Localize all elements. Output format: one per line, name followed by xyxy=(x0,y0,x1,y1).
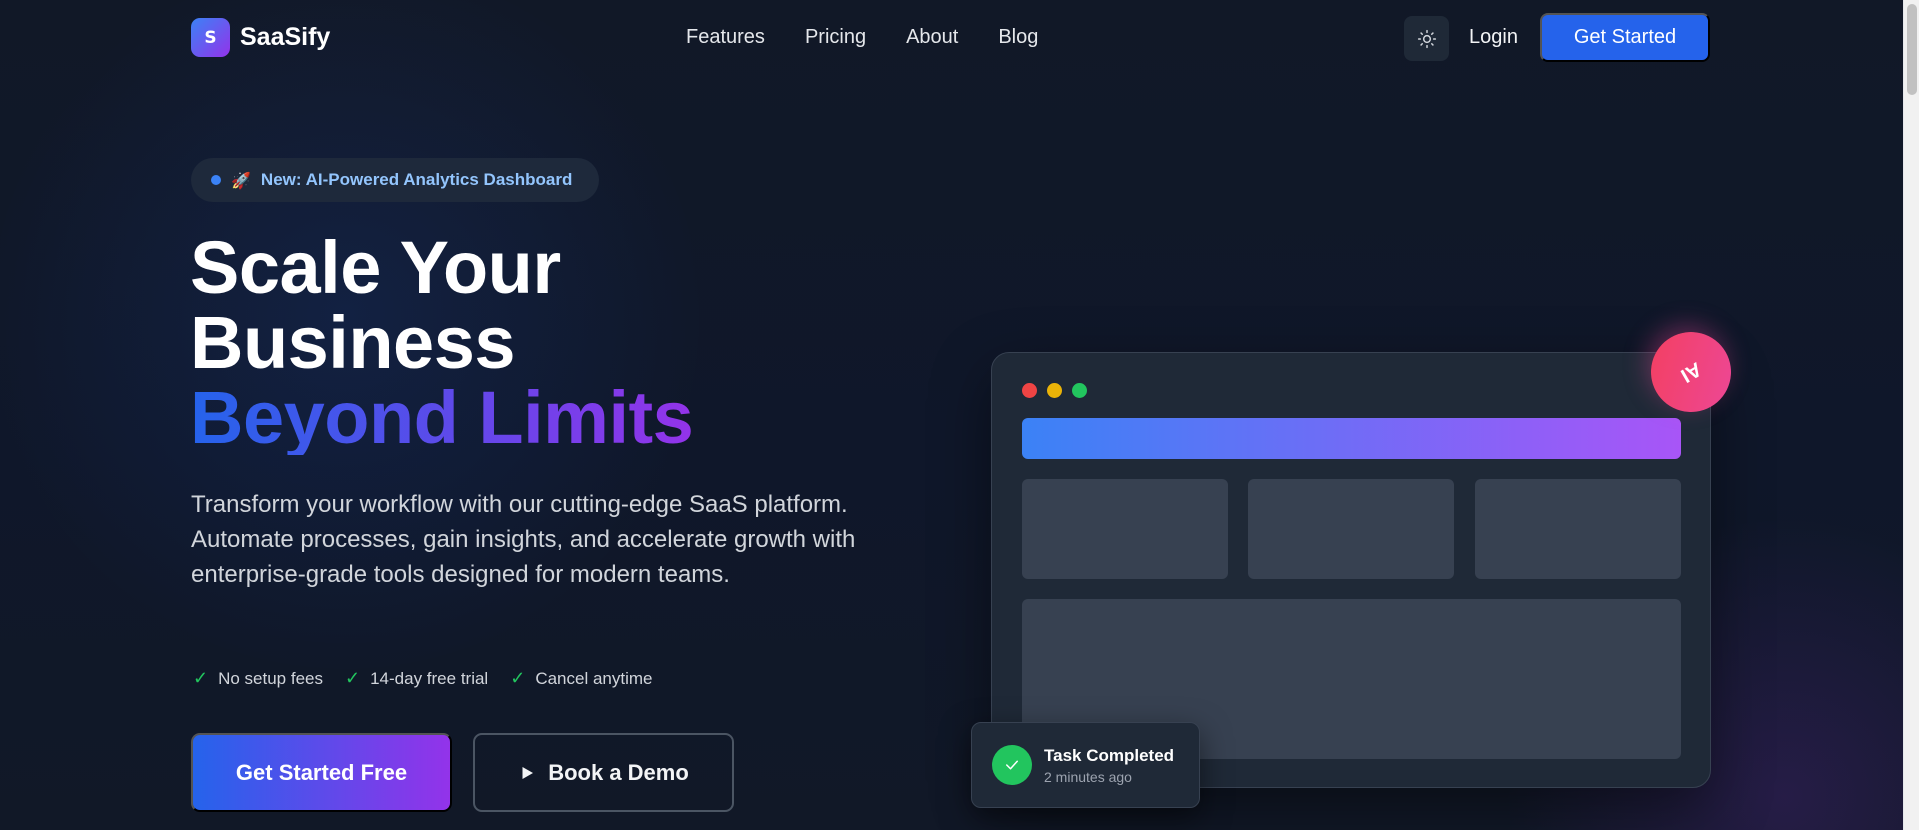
check-icon: ✓ xyxy=(510,668,526,688)
hero-description: Transform your workflow with our cutting… xyxy=(191,491,856,588)
feature-item: ✓ 14-day free trial xyxy=(345,668,488,689)
preview-card xyxy=(1248,479,1454,579)
nav-link-about[interactable]: About xyxy=(906,26,958,49)
check-circle-icon xyxy=(992,745,1032,785)
toast-title: Task Completed xyxy=(1044,745,1175,765)
feature-label: 14-day free trial xyxy=(370,668,489,688)
get-started-button[interactable]: Get Started xyxy=(1540,13,1710,62)
badge-text: New: AI-Powered Analytics Dashboard xyxy=(260,170,573,189)
feature-item: ✓ No setup fees xyxy=(193,668,323,689)
badge-dot xyxy=(211,175,221,185)
preview-gradient-bar xyxy=(1022,418,1681,459)
check-icon: ✓ xyxy=(345,668,361,688)
headline-line-1: Scale Your xyxy=(190,226,561,309)
feature-label: No setup fees xyxy=(218,668,323,688)
rocket-icon: 🚀 xyxy=(231,170,251,190)
top-navbar: S SaaSify Features Pricing About Blog Lo… xyxy=(0,0,1903,76)
window-controls xyxy=(1022,383,1087,398)
theme-toggle-button[interactable] xyxy=(1404,16,1449,61)
window-dot-red xyxy=(1022,383,1037,398)
scrollbar-thumb[interactable] xyxy=(1907,4,1917,95)
nav-links: Features Pricing About Blog xyxy=(686,26,1038,49)
hero-headline: Scale Your Business Beyond Limits xyxy=(190,226,694,459)
window-dot-yellow xyxy=(1047,383,1062,398)
headline-line-2: Business xyxy=(190,301,516,384)
nav-link-blog[interactable]: Blog xyxy=(998,26,1038,49)
nav-link-pricing[interactable]: Pricing xyxy=(805,26,866,49)
feature-list: ✓ No setup fees ✓ 14-day free trial ✓ Ca… xyxy=(193,668,652,689)
get-started-free-button[interactable]: Get Started Free xyxy=(191,733,452,812)
preview-card xyxy=(1022,479,1228,579)
brand-logo[interactable]: S SaaSify xyxy=(191,18,330,57)
announcement-badge[interactable]: 🚀 New: AI-Powered Analytics Dashboard xyxy=(191,158,599,202)
feature-label: Cancel anytime xyxy=(535,668,653,688)
play-icon xyxy=(522,766,534,779)
book-demo-button[interactable]: Book a Demo xyxy=(473,733,734,812)
sun-icon xyxy=(1417,29,1436,48)
book-demo-label: Book a Demo xyxy=(548,759,689,785)
toast-subtitle: 2 minutes ago xyxy=(1044,768,1132,785)
toast-text: Task Completed 2 minutes ago xyxy=(1044,746,1174,785)
preview-card xyxy=(1475,479,1681,579)
page-scrollbar[interactable] xyxy=(1903,0,1919,830)
logo-mark: S xyxy=(191,18,230,57)
task-completed-toast: Task Completed 2 minutes ago xyxy=(971,722,1200,808)
feature-item: ✓ Cancel anytime xyxy=(510,668,652,689)
headline-gradient-line: Beyond Limits xyxy=(190,376,694,459)
window-dot-green xyxy=(1072,383,1087,398)
nav-link-features[interactable]: Features xyxy=(686,26,765,49)
check-icon: ✓ xyxy=(193,668,209,688)
brand-name: SaaSify xyxy=(240,23,331,51)
login-link[interactable]: Login xyxy=(1469,26,1518,49)
